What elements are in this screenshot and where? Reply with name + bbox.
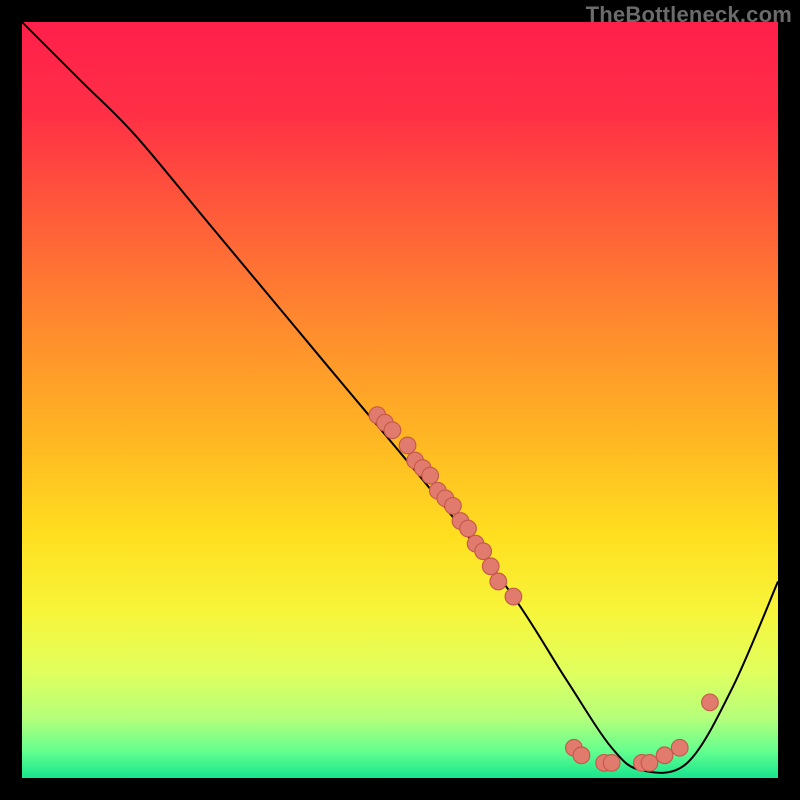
data-point	[384, 422, 401, 439]
data-point	[505, 588, 522, 605]
watermark-text: TheBottleneck.com	[586, 2, 792, 28]
data-point	[399, 437, 416, 454]
data-point	[702, 694, 719, 711]
data-point	[641, 755, 658, 772]
data-point	[482, 558, 499, 575]
data-point	[603, 755, 620, 772]
data-point	[475, 543, 492, 560]
data-point	[460, 520, 477, 537]
data-point	[490, 573, 507, 590]
data-point	[573, 747, 590, 764]
data-point	[671, 739, 688, 756]
plot-area	[22, 22, 778, 778]
chart-svg	[22, 22, 778, 778]
data-point	[445, 498, 462, 515]
data-point	[656, 747, 673, 764]
chart-container: TheBottleneck.com	[0, 0, 800, 800]
data-point	[422, 467, 439, 484]
